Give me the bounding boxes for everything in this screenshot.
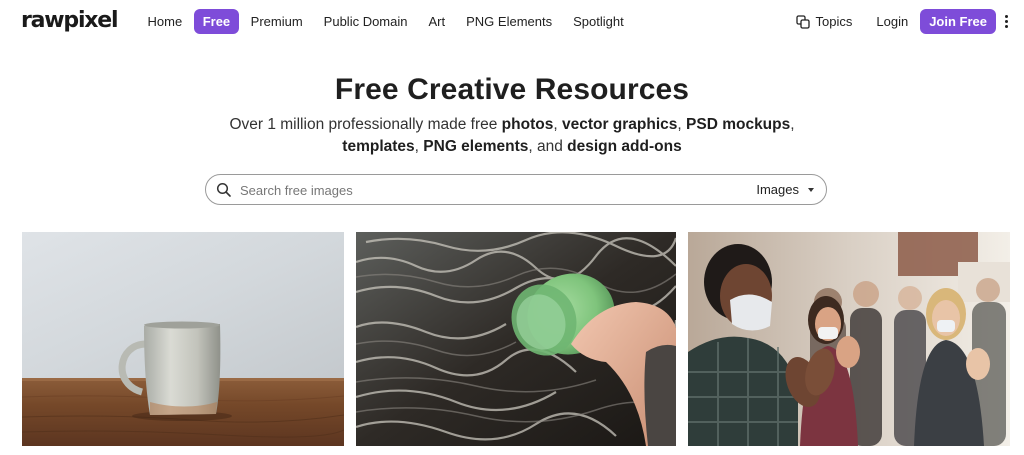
rawpixel-logo[interactable]: rawpixel — [21, 7, 119, 35]
login-link[interactable]: Login — [876, 14, 908, 29]
mug-image — [22, 232, 344, 446]
subtitle-text: Over 1 million professionally made free — [229, 116, 502, 133]
subtitle-text: , — [790, 116, 795, 133]
search-type-dropdown[interactable]: Images — [756, 182, 814, 197]
kebab-icon[interactable] — [1000, 12, 1012, 32]
subtitle-keyword-vector-graphics: vector graphics — [561, 116, 678, 133]
page-title: Free Creative Resources — [334, 73, 690, 106]
main-nav: Home Free Premium Public Domain Art PNG … — [137, 9, 634, 34]
subtitle-line-1: Over 1 million professionally made free … — [0, 114, 1024, 136]
nav-free[interactable]: Free — [193, 9, 240, 34]
page-subtitle: Over 1 million professionally made free … — [0, 114, 1024, 158]
search-input[interactable] — [238, 179, 738, 201]
subtitle-text: , and — [528, 138, 568, 155]
photo-card-mug[interactable] — [22, 232, 344, 446]
nav-premium[interactable]: Premium — [240, 9, 313, 34]
topics-icon — [795, 14, 810, 29]
topics-label: Topics — [815, 14, 853, 29]
topics-button[interactable]: Topics — [795, 14, 853, 29]
join-free-button[interactable]: Join Free — [920, 9, 996, 34]
subtitle-text: , — [553, 116, 562, 133]
account-nav: Topics Login Join Free — [795, 9, 1012, 34]
subtitle-keyword-design-add-ons: design add-ons — [567, 138, 682, 155]
subtitle-keyword-templates: templates — [342, 138, 415, 155]
audience-image — [688, 232, 1010, 446]
nav-public-domain[interactable]: Public Domain — [313, 9, 418, 34]
subtitle-keyword-png-elements: PNG elements — [423, 138, 529, 155]
subtitle-text: , — [677, 116, 687, 133]
nav-art[interactable]: Art — [418, 9, 456, 34]
subtitle-text: , — [414, 138, 424, 155]
nav-spotlight[interactable]: Spotlight — [563, 9, 635, 34]
search-icon[interactable] — [216, 182, 232, 198]
chevron-down-icon — [808, 187, 814, 192]
top-navigation-bar: rawpixel Home Free Premium Public Domain… — [0, 0, 1024, 44]
subtitle-keyword-photos: photos — [501, 116, 554, 133]
photo-card-water-cup[interactable] — [356, 232, 676, 446]
subtitle-keyword-psd-mockups: PSD mockups — [686, 116, 791, 133]
nav-png-elements[interactable]: PNG Elements — [456, 9, 563, 34]
search-bar: Images — [205, 174, 827, 205]
search-type-label: Images — [756, 182, 799, 197]
water-cup-image — [356, 232, 676, 446]
nav-home[interactable]: Home — [137, 9, 193, 34]
photo-card-audience[interactable] — [688, 232, 1010, 446]
subtitle-line-2: templates, PNG elements, and design add-… — [0, 136, 1024, 158]
